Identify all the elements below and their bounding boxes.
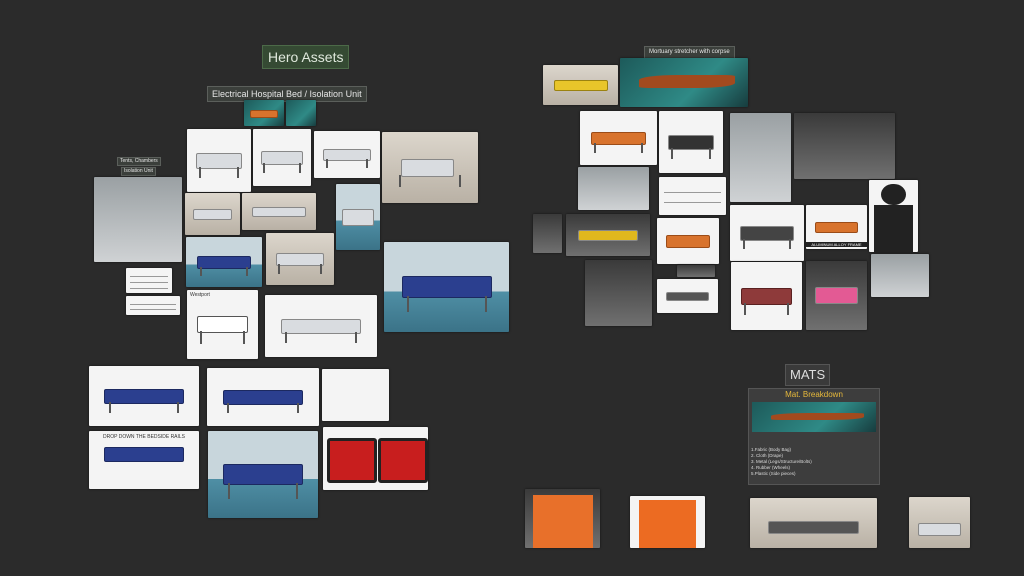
bed-photo-6[interactable]: [336, 184, 380, 250]
bed-ward-photo-2[interactable]: [266, 233, 334, 285]
bed-photo-1[interactable]: [187, 129, 251, 192]
orange-body-bag-photo-1[interactable]: [525, 489, 600, 548]
bed-photo-blue-1[interactable]: [89, 366, 199, 426]
bed-teal-thumb-2[interactable]: [286, 100, 316, 126]
spec-sheet-2[interactable]: [126, 296, 180, 315]
mat-breakdown-list: 1.Fabric (Body Bag) 2. Cloth (Drape) 3. …: [751, 447, 812, 477]
stretcher-yellow-photo[interactable]: [566, 214, 650, 256]
bed-render-white[interactable]: [265, 295, 377, 357]
bed-ward-photo-large[interactable]: [384, 242, 509, 332]
ambulance-photo[interactable]: [730, 113, 791, 202]
stretcher-ambulance-photo[interactable]: [578, 167, 649, 210]
mats-label[interactable]: MATS: [785, 364, 831, 386]
bed-drawing-title: Westport: [190, 292, 210, 298]
stretcher-orange-photo[interactable]: [580, 111, 657, 165]
bed-ward-photo-1[interactable]: [186, 237, 262, 287]
stretcher-folded-photo[interactable]: [657, 279, 718, 313]
mat-breakdown-title: Mat. Breakdown: [785, 390, 843, 399]
moodboard-canvas[interactable]: Hero Assets Electrical Hospital Bed / Is…: [0, 0, 1024, 576]
mat-breakdown-panel[interactable]: Mat. Breakdown 1.Fabric (Body Bag) 2. Cl…: [748, 388, 880, 485]
bed-photo-2[interactable]: [253, 129, 311, 186]
bed-photo-4[interactable]: [185, 193, 240, 235]
body-bags-photo[interactable]: [794, 113, 895, 179]
metal-table-photo[interactable]: [750, 498, 877, 548]
aluminum-stretcher-photo[interactable]: ALUMINUM ALLOY FRAME: [806, 205, 867, 249]
bed-control-panel-photo[interactable]: [322, 369, 389, 421]
stretcher-drawing[interactable]: [659, 177, 726, 215]
bed-technical-drawing[interactable]: Westport: [187, 290, 258, 359]
bed-room-photo[interactable]: [382, 132, 478, 203]
red-switch-photo[interactable]: [323, 427, 428, 490]
spec-sheet-1[interactable]: [126, 268, 172, 293]
bed-teal-thumb-1[interactable]: [244, 100, 284, 126]
mortuary-stretcher-photo[interactable]: [620, 58, 748, 107]
hospital-room-photo[interactable]: [909, 497, 970, 548]
aluminum-stretcher-caption: ALUMINUM ALLOY FRAME: [806, 242, 867, 247]
mat-breakdown-image: [752, 402, 876, 432]
bed-ward-photo-3[interactable]: [208, 431, 318, 518]
stretcher-pink-photo[interactable]: [806, 261, 867, 330]
stretcher-black-render[interactable]: [730, 205, 804, 261]
stretcher-red-photo[interactable]: [731, 262, 802, 330]
stretcher-yellow-detail[interactable]: [533, 214, 562, 253]
isolation-tent-photo[interactable]: [94, 177, 182, 262]
ui-panel-thumb[interactable]: [677, 265, 715, 277]
bed-photo-3[interactable]: [314, 131, 380, 178]
bed-spec-photo[interactable]: DROP DOWN THE BEDSIDE RAILS: [89, 431, 199, 489]
stretcher-yellow-thumb[interactable]: [543, 65, 618, 105]
tents-label-line2[interactable]: Isolation Unit: [121, 167, 156, 176]
stretcher-black-photo[interactable]: [659, 111, 723, 173]
mat-item-5: 5.Plastic (Side pieces): [751, 471, 796, 476]
body-bag-detail-photo[interactable]: [871, 254, 929, 297]
body-bag-figure-photo[interactable]: [869, 180, 918, 252]
bed-spec-caption: DROP DOWN THE BEDSIDE RAILS: [102, 434, 186, 440]
bed-photo-blue-2[interactable]: [207, 368, 319, 426]
stretcher-yellow-legs-photo[interactable]: [585, 260, 652, 326]
tents-label-line1[interactable]: Tents, Chambers: [117, 157, 161, 166]
hero-assets-label[interactable]: Hero Assets: [262, 45, 350, 69]
bed-photo-5[interactable]: [242, 193, 316, 230]
orange-body-bag-photo-2[interactable]: [630, 496, 705, 548]
stretcher-orange-render[interactable]: [657, 218, 719, 264]
